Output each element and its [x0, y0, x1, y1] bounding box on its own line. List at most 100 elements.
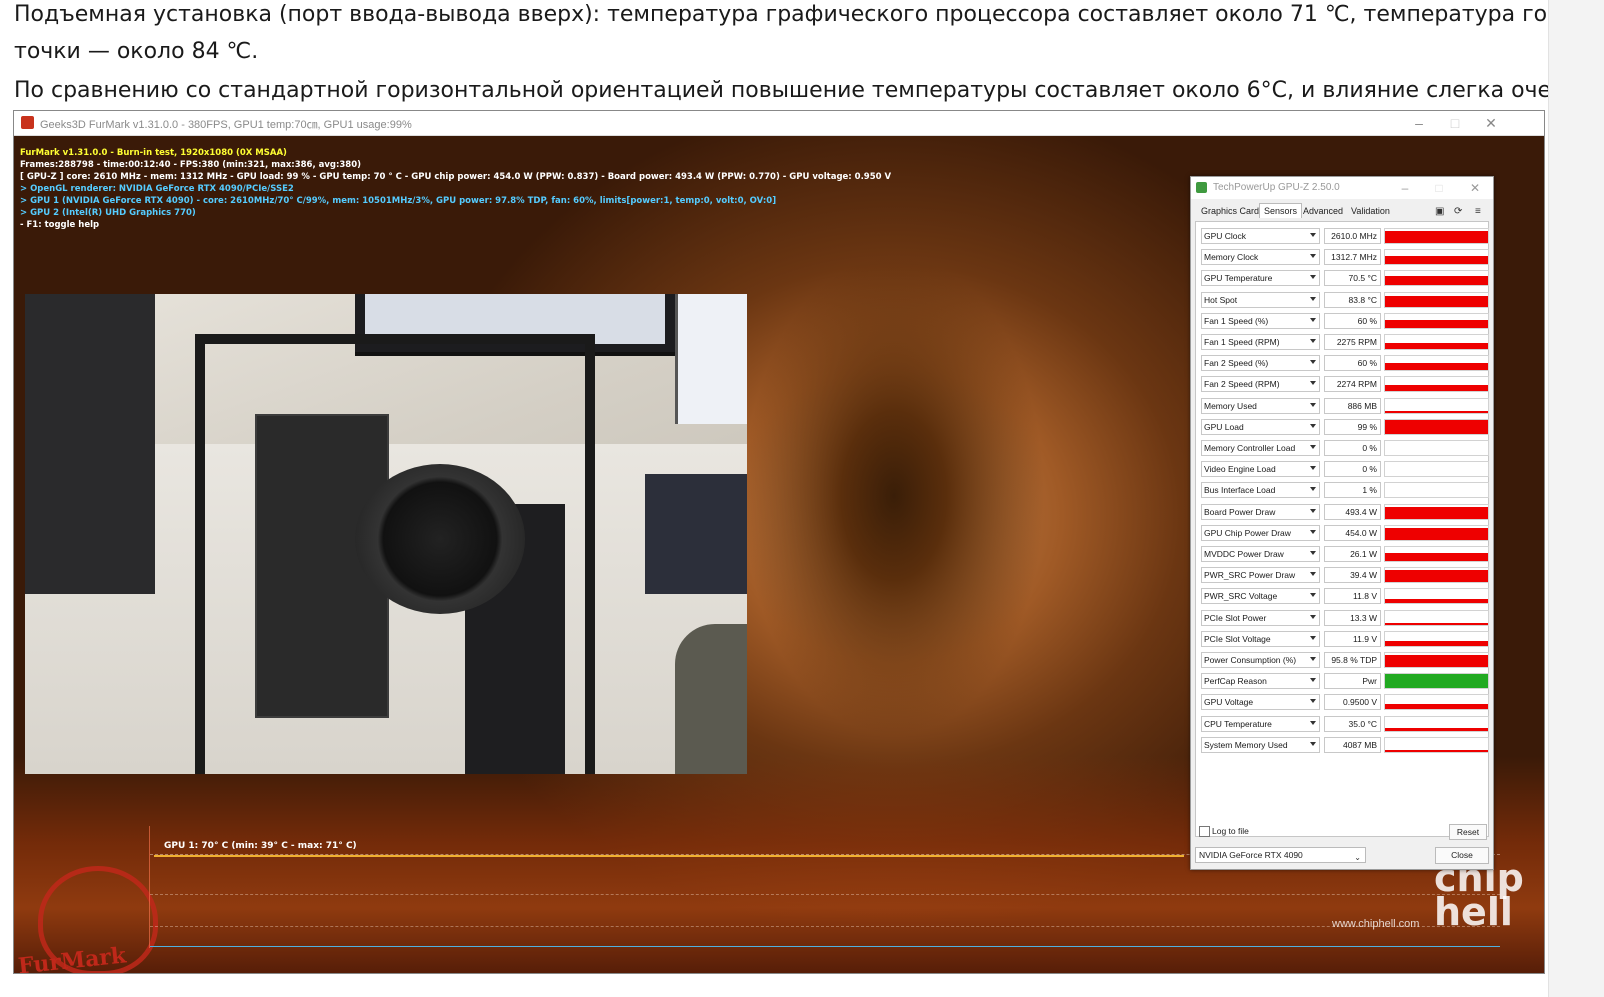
- sensor-name-dropdown[interactable]: PCIe Slot Power: [1201, 609, 1320, 626]
- sensor-graph-fill: [1385, 527, 1488, 540]
- overlay-line: FurMark v1.31.0.0 - Burn-in test, 1920x1…: [20, 148, 287, 158]
- sensor-row: Video Engine Load 0 %: [1201, 461, 1489, 478]
- gpuz-titlebar: TechPowerUp GPU-Z 2.50.0 – □ ✕: [1191, 177, 1493, 199]
- sensor-name-dropdown[interactable]: Power Consumption (%): [1201, 652, 1320, 668]
- sensor-row: GPU Chip Power Draw 454.0 W: [1201, 524, 1489, 541]
- sensor-name-dropdown[interactable]: GPU Load: [1201, 418, 1320, 435]
- overlay-line: - F1: toggle help: [20, 220, 100, 230]
- sensor-name-dropdown[interactable]: System Memory Used: [1201, 736, 1320, 753]
- furmark-render-scene: FurMark v1.31.0.0 - Burn-in test, 1920x1…: [14, 136, 1544, 973]
- test-bench-photo: [25, 294, 747, 774]
- gpuz-window: TechPowerUp GPU-Z 2.50.0 – □ ✕ Graphics …: [1190, 176, 1494, 870]
- sensor-value: 4087 MB: [1324, 736, 1381, 753]
- sensor-name-dropdown[interactable]: GPU Voltage: [1201, 694, 1320, 711]
- sensor-value: 2610.0 MHz: [1324, 228, 1381, 244]
- sensor-name-dropdown[interactable]: GPU Chip Power Draw: [1201, 524, 1320, 541]
- sensor-name-dropdown[interactable]: Bus Interface Load: [1201, 482, 1320, 499]
- sensor-name-dropdown[interactable]: GPU Temperature: [1201, 270, 1320, 287]
- sensor-name: CPU Temperature: [1204, 718, 1272, 729]
- sensor-graph-fill: [1385, 231, 1488, 243]
- graph-gridline: [150, 926, 1500, 927]
- sensor-name-dropdown[interactable]: Fan 2 Speed (RPM): [1201, 376, 1320, 393]
- sensor-graph-fill: [1385, 598, 1488, 604]
- close-icon[interactable]: ✕: [1476, 113, 1506, 133]
- sensor-graph-fill: [1385, 296, 1488, 307]
- dropdown-arrow-icon: [1310, 445, 1316, 449]
- sensor-name-dropdown[interactable]: GPU Clock: [1201, 228, 1320, 244]
- sensor-name-dropdown[interactable]: PerfCap Reason: [1201, 673, 1320, 690]
- page-scrollbar[interactable]: [1548, 0, 1604, 997]
- log-to-file-checkbox[interactable]: [1199, 826, 1210, 837]
- tab-graphics-card[interactable]: Graphics Card: [1197, 205, 1263, 217]
- sensor-name: PWR_SRC Voltage: [1204, 591, 1278, 602]
- sensor-name: Fan 2 Speed (%): [1204, 358, 1269, 369]
- sensor-value: 2275 RPM: [1324, 334, 1381, 350]
- gpuz-minimize-icon[interactable]: –: [1393, 178, 1417, 198]
- sensor-name-dropdown[interactable]: MVDDC Power Draw: [1201, 546, 1320, 562]
- sensor-name-dropdown[interactable]: PCIe Slot Voltage: [1201, 630, 1320, 647]
- gpuz-maximize-icon[interactable]: □: [1427, 178, 1451, 198]
- furmark-titlebar: Geeks3D FurMark v1.31.0.0 - 380FPS, GPU1…: [14, 111, 1544, 136]
- sensor-name: Fan 2 Speed (RPM): [1204, 379, 1280, 390]
- sensor-name-dropdown[interactable]: Fan 1 Speed (RPM): [1201, 334, 1320, 350]
- sensor-row: Fan 2 Speed (%) 60 %: [1201, 355, 1489, 372]
- sensor-graph-fill: [1385, 362, 1488, 371]
- sensor-name-dropdown[interactable]: Video Engine Load: [1201, 461, 1320, 478]
- minimize-icon[interactable]: –: [1404, 113, 1434, 133]
- sensor-row: PWR_SRC Power Draw 39.4 W: [1201, 567, 1489, 584]
- sensor-row: Fan 2 Speed (RPM) 2274 RPM: [1201, 376, 1489, 393]
- sensor-graph-fill: [1385, 703, 1488, 710]
- dropdown-arrow-icon: [1310, 551, 1316, 555]
- sensor-graph: [1384, 482, 1489, 499]
- sensor-name-dropdown[interactable]: CPU Temperature: [1201, 715, 1320, 732]
- reset-button[interactable]: Reset: [1449, 824, 1487, 840]
- tab-validation[interactable]: Validation: [1347, 205, 1394, 217]
- sensor-row: Fan 1 Speed (RPM) 2275 RPM: [1201, 334, 1489, 350]
- sensor-graph: [1384, 418, 1489, 435]
- maximize-icon[interactable]: □: [1440, 113, 1470, 133]
- gpuz-window-title: TechPowerUp GPU-Z 2.50.0: [1213, 182, 1340, 193]
- gpu-device-select[interactable]: NVIDIA GeForce RTX 4090 ⌄: [1195, 847, 1366, 863]
- sensor-graph: [1384, 249, 1489, 266]
- sensor-name-dropdown[interactable]: Memory Used: [1201, 397, 1320, 414]
- sensor-name: GPU Voltage: [1204, 697, 1254, 708]
- sensor-graph: [1384, 524, 1489, 541]
- camera-icon[interactable]: ▣: [1435, 206, 1444, 217]
- sensor-value: 0 %: [1324, 440, 1381, 456]
- sensor-graph-fill: [1385, 506, 1488, 519]
- graph-baseline: [150, 946, 1500, 947]
- sensor-graph-fill: [1385, 255, 1488, 265]
- sensor-name: Memory Clock: [1204, 252, 1259, 263]
- dropdown-arrow-icon: [1310, 275, 1316, 280]
- dropdown-arrow-icon: [1310, 487, 1316, 492]
- refresh-icon[interactable]: ⟳: [1454, 206, 1462, 217]
- sensor-row: Memory Controller Load 0 %: [1201, 440, 1489, 456]
- menu-icon[interactable]: ≡: [1475, 206, 1481, 217]
- sensor-value: 13.3 W: [1324, 609, 1381, 626]
- sensor-graph: [1384, 546, 1489, 562]
- dropdown-arrow-icon: [1310, 317, 1316, 322]
- tab-advanced[interactable]: Advanced: [1299, 205, 1347, 217]
- sensor-name-dropdown[interactable]: Board Power Draw: [1201, 503, 1320, 520]
- sensor-value: 83.8 °C: [1324, 291, 1381, 308]
- sensor-name-dropdown[interactable]: Fan 2 Speed (%): [1201, 355, 1320, 372]
- sensor-name-dropdown[interactable]: Memory Clock: [1201, 249, 1320, 266]
- sensor-graph: [1384, 334, 1489, 350]
- sensor-name-dropdown[interactable]: Hot Spot: [1201, 291, 1320, 308]
- sensor-name-dropdown[interactable]: PWR_SRC Power Draw: [1201, 567, 1320, 584]
- sensor-name-dropdown[interactable]: PWR_SRC Voltage: [1201, 588, 1320, 605]
- gpuz-close-icon[interactable]: ✕: [1463, 178, 1487, 198]
- sensor-value: 2274 RPM: [1324, 376, 1381, 393]
- sensor-name-dropdown[interactable]: Fan 1 Speed (%): [1201, 312, 1320, 329]
- sensor-name-dropdown[interactable]: Memory Controller Load: [1201, 440, 1320, 456]
- dropdown-arrow-icon: [1310, 423, 1316, 428]
- close-button[interactable]: Close: [1435, 847, 1489, 864]
- sensor-graph: [1384, 673, 1489, 690]
- sensor-value: 1 %: [1324, 482, 1381, 499]
- sensor-value: 493.4 W: [1324, 503, 1381, 520]
- tab-sensors[interactable]: Sensors: [1259, 203, 1303, 218]
- dropdown-arrow-icon: [1310, 508, 1316, 513]
- sensor-graph-fill: [1385, 419, 1488, 434]
- sensor-name: Fan 1 Speed (RPM): [1204, 337, 1280, 347]
- sensor-graph: [1384, 355, 1489, 372]
